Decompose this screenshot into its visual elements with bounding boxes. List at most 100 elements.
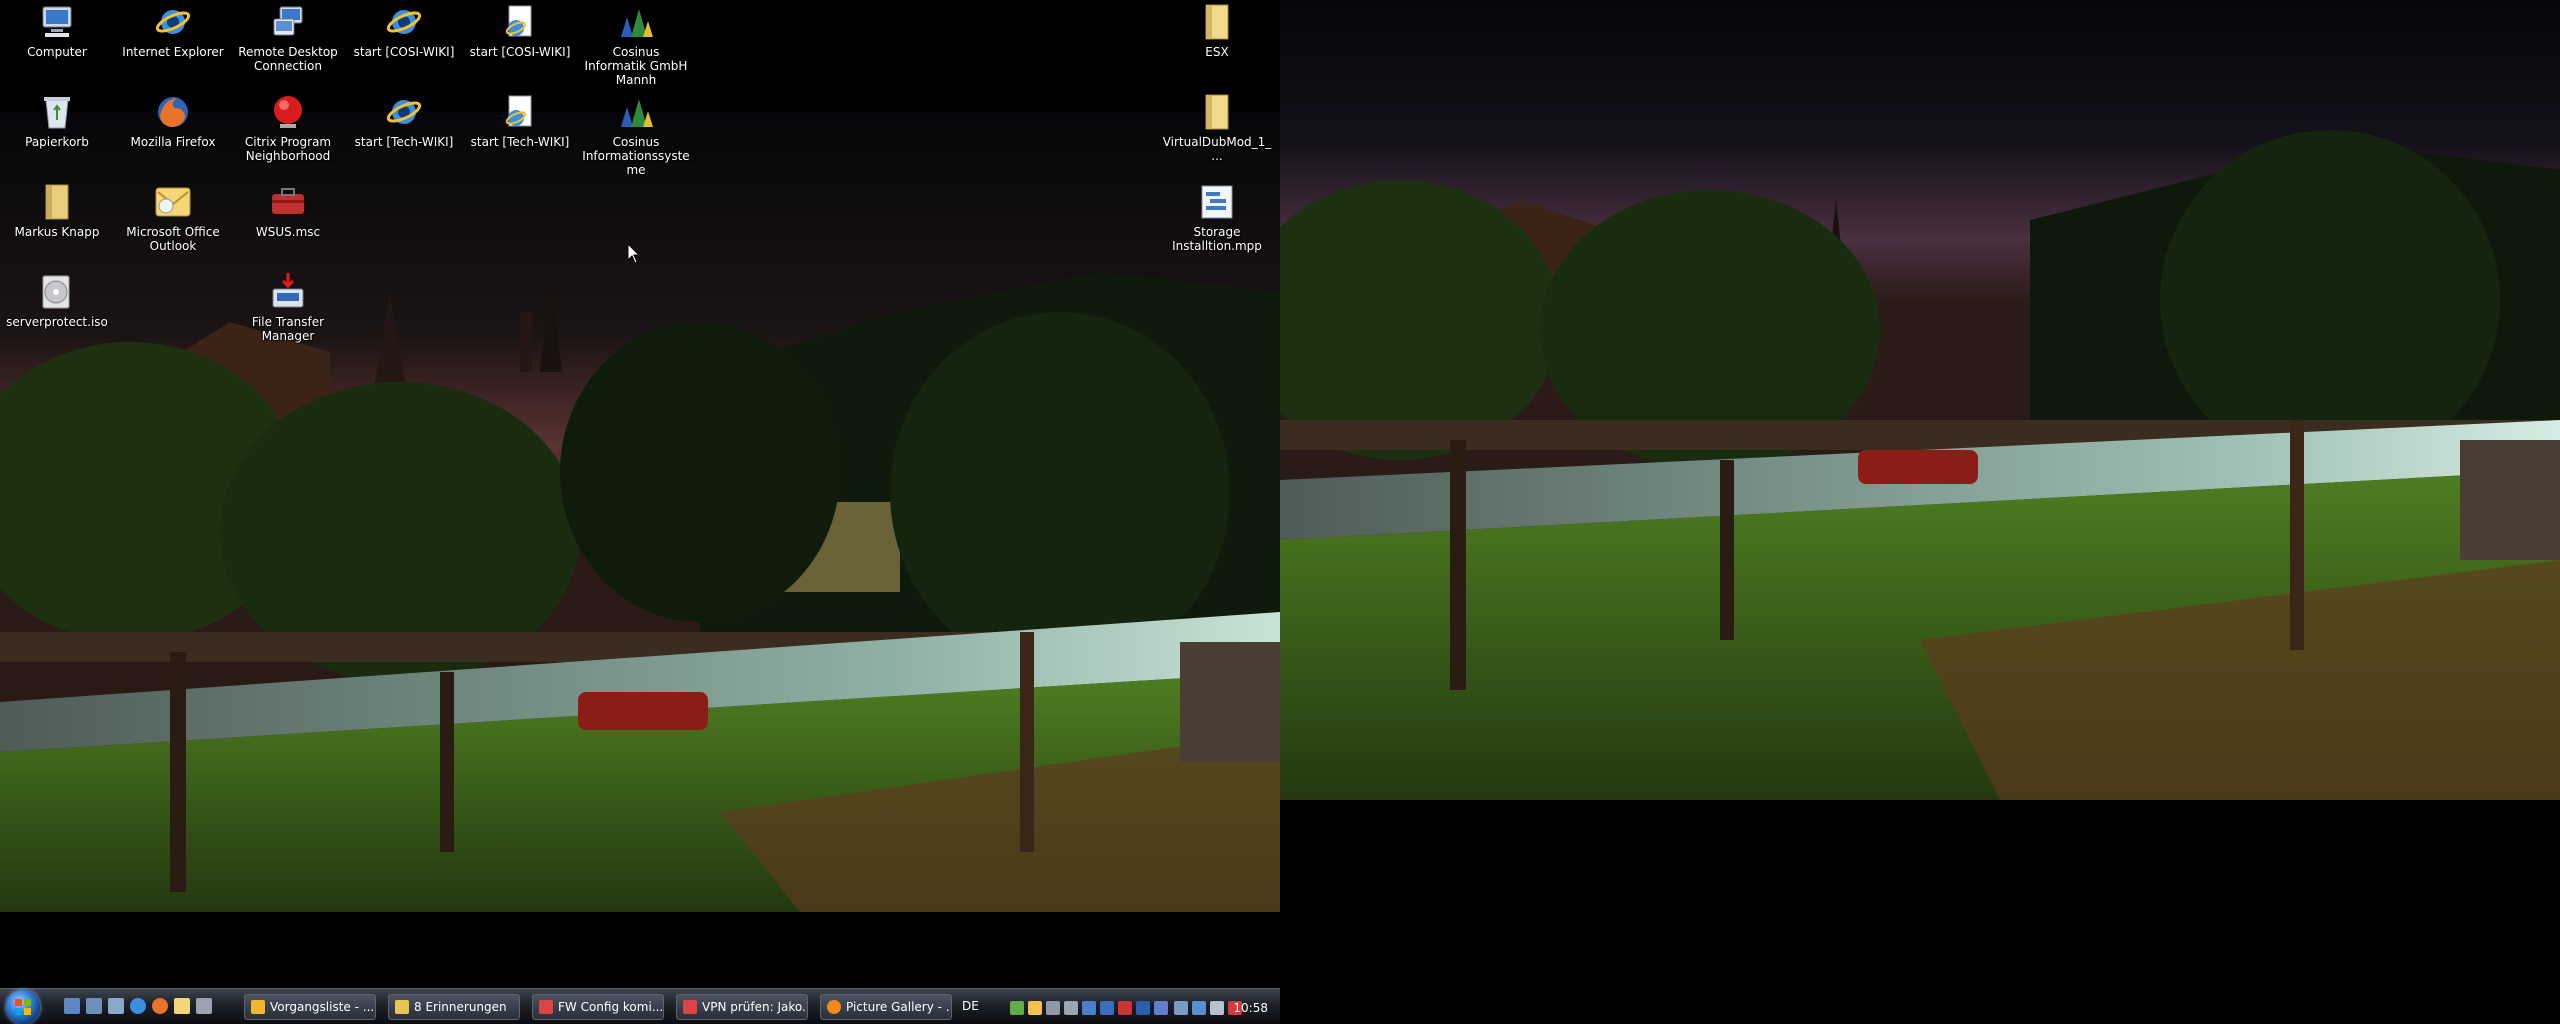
desktop-icon-wsus[interactable]: WSUS.msc	[232, 182, 344, 239]
firefox-quicklaunch-icon[interactable]	[152, 998, 168, 1014]
task-item-icon	[539, 1000, 553, 1014]
desktop-icon-virtualdubmod[interactable]: VirtualDubMod_1_...	[1161, 92, 1273, 163]
desktop-icon-label: start [COSI-WIKI]	[353, 45, 455, 59]
recycle-bin-icon	[37, 92, 77, 132]
start-button[interactable]	[6, 990, 40, 1024]
user-folder-icon	[37, 182, 77, 222]
taskbar-button-fw-config[interactable]: FW Config komi...	[532, 994, 664, 1020]
firefox-task-icon	[827, 1000, 841, 1014]
desktop-icon-start-cosi-wiki-1[interactable]: start [COSI-WIKI]	[348, 2, 460, 59]
desktop-icon-label: Cosinus Informationssysteme	[582, 135, 690, 177]
desktop-icon-start-tech-wiki-2[interactable]: start [Tech-WIKI]	[464, 92, 576, 149]
desktop-icon-label: serverprotect.iso	[6, 315, 108, 329]
desktop-wallpaper-secondary	[1280, 0, 2560, 800]
desktop-icon-label: start [COSI-WIKI]	[469, 45, 571, 59]
folder-icon	[1197, 2, 1237, 42]
tools-quicklaunch-icon[interactable]	[196, 998, 212, 1014]
primary-monitor: Computer Papierkorb Markus Knapp serverp…	[0, 0, 1280, 1024]
network-tray-icon[interactable]	[1010, 1001, 1024, 1015]
language-indicator[interactable]: DE	[962, 999, 979, 1013]
desktop-icon-label: Papierkorb	[25, 135, 89, 149]
desktop-icon-label: Computer	[27, 45, 87, 59]
mouse-cursor-icon	[628, 244, 640, 264]
toolbox-icon	[268, 182, 308, 222]
desktop-icon-mozilla-firefox[interactable]: Mozilla Firefox	[117, 92, 229, 149]
security-tray-icon[interactable]	[1100, 1001, 1114, 1015]
desktop-icon-cosinus-informationssysteme[interactable]: Cosinus Informationssysteme	[580, 92, 692, 177]
internet-explorer-quicklaunch-icon[interactable]	[130, 998, 146, 1014]
outlook-quicklaunch-icon[interactable]	[174, 998, 190, 1014]
computer-tray-icon[interactable]	[1174, 1001, 1188, 1015]
desktop-icon-label: File Transfer Manager	[251, 315, 325, 343]
desktop-icon-label: VirtualDubMod_1_...	[1162, 135, 1272, 163]
desktop-icon-label: ESX	[1205, 45, 1229, 59]
internet-explorer-icon	[153, 2, 193, 42]
clock[interactable]: 10:58	[1233, 1001, 1268, 1015]
system-tray: 10:58	[1000, 991, 1280, 1023]
outlook-task-icon	[251, 1000, 265, 1014]
antivirus-tray-icon[interactable]	[1118, 1001, 1132, 1015]
desktop-icon-label: WSUS.msc	[255, 225, 321, 239]
taskbar-button-vorgangsliste[interactable]: Vorgangsliste - ...	[244, 994, 376, 1020]
desktop-icon-label: Cosinus Informatik GmbH Mannh	[584, 45, 688, 87]
outlook-icon	[153, 182, 193, 222]
document-shortcut-icon	[500, 2, 540, 42]
desktop-icon-remote-desktop[interactable]: Remote Desktop Connection	[232, 2, 344, 73]
switch-windows-icon[interactable]	[86, 998, 102, 1014]
monitor-tray-icon[interactable]	[1192, 1001, 1206, 1015]
desktop-icon-label: start [Tech-WIKI]	[470, 135, 570, 149]
desktop-icon-label: Internet Explorer	[122, 45, 224, 59]
desktop-icon-storage-installation[interactable]: Storage Installtion.mpp	[1161, 182, 1273, 253]
windows-logo-icon	[15, 999, 31, 1015]
desktop-icon-internet-explorer[interactable]: Internet Explorer	[117, 2, 229, 59]
desktop-icon-cosinus-mannh[interactable]: Cosinus Informatik GmbH Mannh	[580, 2, 692, 87]
remote-desktop-icon	[268, 2, 308, 42]
task-label: 8 Erinnerungen	[414, 1000, 507, 1014]
vpn-tray-icon[interactable]	[1136, 1001, 1150, 1015]
desktop-icon-serverprotect[interactable]: serverprotect.iso	[1, 272, 113, 329]
desktop-icon-label: Markus Knapp	[14, 225, 100, 239]
project-file-icon	[1197, 182, 1237, 222]
citrix-icon	[268, 92, 308, 132]
taskbar-button-picture-gallery[interactable]: Picture Gallery - ...	[820, 994, 952, 1020]
task-label: Picture Gallery - ...	[846, 1000, 952, 1014]
task-label: FW Config komi...	[558, 1000, 664, 1014]
company-logo-icon	[616, 92, 656, 132]
disc-image-icon	[37, 272, 77, 312]
desktop-icon-label: Remote Desktop Connection	[238, 45, 338, 73]
audio-wave-tray-icon[interactable]	[1154, 1001, 1168, 1015]
display-tray-icon[interactable]	[1082, 1001, 1096, 1015]
taskbar: Vorgangsliste - ... 8 Erinnerungen FW Co…	[0, 988, 1280, 1024]
desktop-icon-esx[interactable]: ESX	[1161, 2, 1273, 59]
taskbar-button-erinnerungen[interactable]: 8 Erinnerungen	[388, 994, 520, 1020]
document-shortcut-icon	[500, 92, 540, 132]
task-label: Vorgangsliste - ...	[270, 1000, 375, 1014]
keyboard-tray-icon[interactable]	[1046, 1001, 1060, 1015]
company-logo-icon	[616, 2, 656, 42]
desktop-icon-computer[interactable]: Computer	[1, 2, 113, 59]
file-transfer-icon	[268, 272, 308, 312]
taskbar-button-vpn-pruefen[interactable]: VPN prüfen: Jako...	[676, 994, 808, 1020]
grid-tray-icon[interactable]	[1064, 1001, 1078, 1015]
folder-icon	[1197, 92, 1237, 132]
bell-icon	[395, 1000, 409, 1014]
desktop-icon-markus-knapp[interactable]: Markus Knapp	[1, 182, 113, 239]
desktop-icon-label: Citrix Program Neighborhood	[244, 135, 332, 163]
computer-icon	[37, 2, 77, 42]
internet-shortcut-icon	[384, 2, 424, 42]
desktop-icon-papierkorb[interactable]: Papierkorb	[1, 92, 113, 149]
desktop-icon-label: Microsoft Office Outlook	[126, 225, 220, 253]
task-label: VPN prüfen: Jako...	[702, 1000, 808, 1014]
firefox-icon	[153, 92, 193, 132]
desktop-icon-start-tech-wiki-1[interactable]: start [Tech-WIKI]	[348, 92, 460, 149]
desktop-icon-start-cosi-wiki-2[interactable]: start [COSI-WIKI]	[464, 2, 576, 59]
secondary-monitor	[1280, 0, 2560, 1024]
volume-tray-icon[interactable]	[1210, 1001, 1224, 1015]
show-desktop-icon[interactable]	[64, 998, 80, 1014]
desktop-icon-file-transfer[interactable]: File Transfer Manager	[232, 272, 344, 343]
internet-shortcut-icon	[384, 92, 424, 132]
calculator-icon[interactable]	[108, 998, 124, 1014]
desktop-icon-outlook[interactable]: Microsoft Office Outlook	[117, 182, 229, 253]
outlook-tray-icon[interactable]	[1028, 1001, 1042, 1015]
desktop-icon-citrix[interactable]: Citrix Program Neighborhood	[232, 92, 344, 163]
